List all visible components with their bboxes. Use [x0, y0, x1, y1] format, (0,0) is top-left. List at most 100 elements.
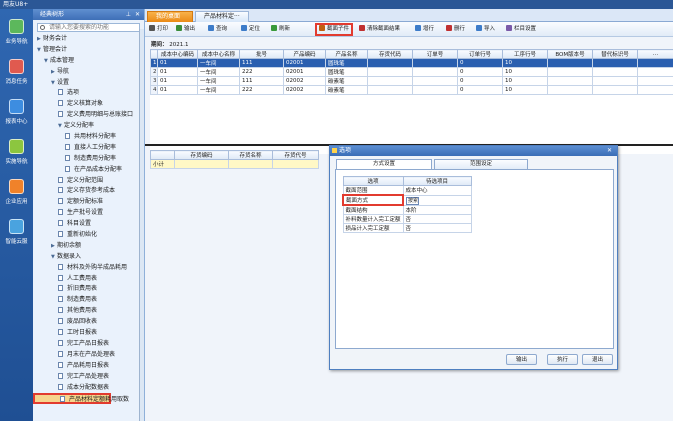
tab-material-quota[interactable]: 产品材料定··· — [195, 11, 249, 22]
table-row[interactable]: 1 01 一车间 111 02001 圆珠笔 0 10 — [150, 58, 673, 68]
tree-node[interactable]: 折旧费用表 — [33, 284, 144, 295]
import-button[interactable]: 导入 — [476, 25, 495, 34]
table-cell[interactable]: 圆珠笔 — [325, 58, 368, 68]
table-cell[interactable]: 一车间 — [197, 85, 240, 95]
table-cell[interactable]: 10 — [502, 76, 548, 86]
tree-node[interactable]: 月末在产品处理表 — [33, 350, 144, 361]
column-header[interactable]: 订单号 — [412, 49, 458, 59]
column-header[interactable]: 存货代码 — [367, 49, 413, 59]
table-cell[interactable] — [592, 58, 638, 68]
table-cell[interactable]: 01 — [157, 85, 198, 95]
tree-node[interactable]: 重新初始化 — [33, 230, 144, 241]
print-button[interactable]: 打印 — [149, 25, 168, 34]
tree-node[interactable]: 定义核算对象 — [33, 99, 144, 110]
column-header[interactable]: BOM版本号 — [547, 49, 593, 59]
table-cell[interactable]: 10 — [502, 67, 548, 77]
tree-node[interactable]: 产品耗用日报表 — [33, 361, 144, 372]
table-cell[interactable]: 01 — [157, 76, 198, 86]
tree-scrollbar[interactable] — [139, 29, 144, 421]
table-cell[interactable] — [547, 67, 593, 77]
tree-node[interactable]: ▶ 导航 — [33, 67, 144, 78]
tree-node[interactable]: ▶ 期初余额 — [33, 241, 144, 252]
table-cell[interactable]: 111 — [239, 58, 284, 68]
table-cell[interactable] — [592, 76, 638, 86]
detail-header-code[interactable]: 存货编码 — [174, 150, 229, 160]
tree-node[interactable]: 废品回收表 — [33, 317, 144, 328]
option-value[interactable]: 成本中心 — [402, 185, 472, 196]
table-row[interactable]: 3 01 一车间 111 02002 碳素笔 0 10 — [150, 76, 673, 86]
tree-node[interactable]: 选项 — [33, 88, 144, 99]
table-cell[interactable] — [412, 58, 458, 68]
close-icon[interactable]: ✕ — [607, 146, 612, 156]
column-header[interactable]: 成本中心编码 — [157, 49, 198, 59]
tree-node[interactable]: 在产品成本分配率 — [33, 165, 144, 176]
table-cell[interactable]: 0 — [457, 85, 503, 95]
locate-button[interactable]: 定位 — [241, 25, 260, 34]
table-cell[interactable]: 圆珠笔 — [325, 67, 368, 77]
tree-node[interactable]: 完工产品处理表 — [33, 372, 144, 383]
detail-header-alias[interactable]: 存货代号 — [272, 150, 319, 160]
tree-node[interactable]: ▼ 成本管理 — [33, 56, 144, 67]
tree-node[interactable]: 生产批号设置 — [33, 208, 144, 219]
tree-node[interactable]: 材料及外购半成品耗用 — [33, 263, 144, 274]
option-value[interactable]: 否 — [402, 214, 472, 224]
table-cell[interactable]: 02002 — [283, 76, 326, 86]
table-cell[interactable]: 一车间 — [197, 58, 240, 68]
table-cell[interactable] — [547, 85, 593, 95]
tab-range-settings[interactable]: 范围设定 — [434, 159, 528, 169]
column-header[interactable]: ... — [637, 49, 673, 59]
table-cell[interactable]: 111 — [239, 76, 284, 86]
table-cell[interactable]: 一车间 — [197, 67, 240, 77]
table-cell[interactable]: 10 — [502, 58, 548, 68]
tree-node[interactable]: 制造费用表 — [33, 295, 144, 306]
tree-node[interactable]: ▼ 定义分配率 — [33, 121, 144, 132]
tree-search-input[interactable]: 请输入您要搜索的功能 — [37, 23, 140, 32]
close-icon[interactable]: ✕ — [135, 9, 140, 20]
export-button[interactable]: 输出 — [176, 25, 195, 34]
table-cell[interactable]: 0 — [457, 58, 503, 68]
tree-node[interactable]: ▼ 设置 — [33, 78, 144, 89]
table-cell[interactable] — [547, 58, 593, 68]
detail-header-name[interactable]: 存货名称 — [228, 150, 273, 160]
tree-node[interactable]: 其他费用表 — [33, 306, 144, 317]
table-cell[interactable] — [412, 67, 458, 77]
tree-node[interactable]: 直接人工分配率 — [33, 143, 144, 154]
tree-node[interactable]: 工时日报表 — [33, 328, 144, 339]
tree-node[interactable]: 完工产品日报表 — [33, 339, 144, 350]
table-cell[interactable] — [547, 76, 593, 86]
nav-smart-cloud[interactable]: 智能云服 — [0, 219, 33, 245]
table-cell[interactable]: 一车间 — [197, 76, 240, 86]
column-header[interactable]: 批号 — [239, 49, 284, 59]
table-cell[interactable] — [367, 67, 413, 77]
tab-my-desktop[interactable]: 我的桌面 — [147, 11, 193, 22]
tree-node[interactable]: 制造费用分配率 — [33, 154, 144, 165]
option-value-dropdown[interactable]: 按累 — [402, 194, 472, 206]
tree-node[interactable]: 定义存货参考成本 — [33, 186, 144, 197]
table-cell[interactable]: 碳素笔 — [325, 76, 368, 86]
table-cell[interactable] — [367, 76, 413, 86]
refresh-button[interactable]: 刷新 — [271, 25, 290, 34]
table-cell[interactable] — [412, 85, 458, 95]
column-header[interactable]: 工序行号 — [502, 49, 548, 59]
table-cell[interactable] — [637, 67, 673, 77]
table-cell[interactable]: 0 — [457, 76, 503, 86]
nav-message-tasks[interactable]: 消息任务 — [0, 59, 33, 85]
tree-node[interactable]: 科目设置 — [33, 219, 144, 230]
section-components-button[interactable]: 截面子件 — [315, 23, 354, 36]
table-cell[interactable] — [637, 58, 673, 68]
tree-node[interactable]: 共用材料分配率 — [33, 132, 144, 143]
export-button[interactable]: 输出 — [506, 354, 537, 365]
column-header[interactable]: 产品名称 — [325, 49, 368, 59]
table-cell[interactable]: 碳素笔 — [325, 85, 368, 95]
option-value-input[interactable]: 按累 — [406, 196, 420, 204]
tree-node-selected[interactable]: 产品材料定额耗用取数 — [33, 393, 129, 405]
table-cell[interactable]: 02001 — [283, 67, 326, 77]
tree-node[interactable]: ▶ 财务会计 — [33, 34, 144, 45]
column-header[interactable]: 订单行号 — [457, 49, 503, 59]
table-cell[interactable] — [592, 67, 638, 77]
tree-node[interactable]: 定义费用明细与总账接口 — [33, 110, 144, 121]
table-cell[interactable]: 02001 — [283, 58, 326, 68]
table-row[interactable]: 2 01 一车间 222 02001 圆珠笔 0 10 — [150, 67, 673, 77]
tree-node[interactable]: ▼ 管理会计 — [33, 45, 144, 56]
table-cell[interactable] — [592, 85, 638, 95]
